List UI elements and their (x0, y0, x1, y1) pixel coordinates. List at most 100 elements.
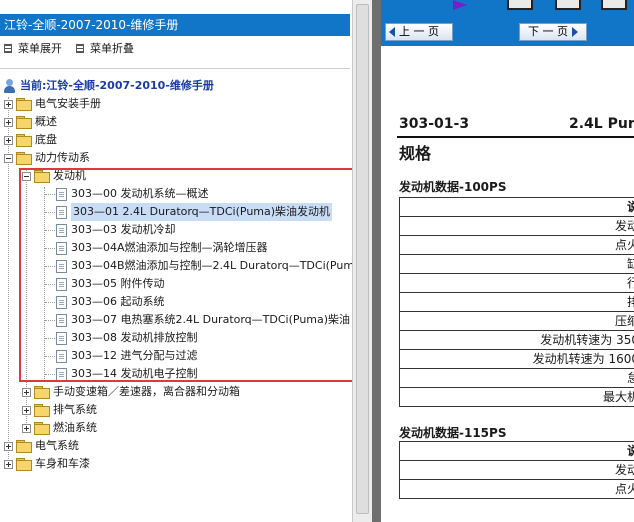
tree-item-label: 电气安装手册 (35, 97, 101, 110)
table-row: 发动 (400, 217, 634, 236)
spec-table: 说 发动 点火 (399, 441, 634, 499)
tree-guide-line (45, 212, 55, 213)
table-row: 点火 (400, 480, 634, 499)
tree-guide-line (45, 356, 55, 357)
tree-doc-label: 303—06 起动系统 (71, 295, 165, 308)
table-row: 最大机 (400, 388, 634, 407)
list-icon (76, 43, 84, 53)
tree-doc-303-06[interactable]: 303—06 起动系统 (56, 293, 165, 311)
tree-item-label: 底盘 (35, 133, 57, 146)
table-row: 发动 (400, 461, 634, 480)
tree-doc-303-04b[interactable]: 303—04B燃油添加与控制—2.4L Duratorq—TDCi(Puma)柴… (56, 257, 352, 275)
arrow-right-icon (572, 27, 578, 37)
collapse-icon[interactable] (22, 171, 31, 181)
tree-item-electrical-install[interactable]: 电气安装手册 (4, 95, 101, 113)
menu-collapse-button[interactable]: 菜单折叠 (76, 40, 134, 56)
folder-icon (16, 134, 32, 147)
expand-icon[interactable] (4, 459, 13, 469)
table-row: 压缩 (400, 312, 634, 331)
folder-icon (16, 98, 32, 111)
prev-page-button[interactable]: 上 一 页 (385, 23, 453, 41)
tree-doc-303-05[interactable]: 303—05 附件传动 (56, 275, 165, 293)
table-row: 说 (400, 442, 634, 461)
document-icon (56, 295, 67, 309)
pane-title: 江铃-全顺-2007-2010-维修手册 (0, 14, 350, 36)
expand-icon[interactable] (4, 441, 13, 451)
section-number: 303-01-3 (399, 116, 470, 132)
tree-root[interactable]: 当前:江铃-全顺-2007-2010-维修手册 (4, 77, 214, 95)
expand-icon[interactable] (4, 99, 13, 109)
prev-page-label: 上 一 页 (399, 25, 439, 38)
tree-doc-303-14[interactable]: 303—14 发动机电子控制 (56, 365, 198, 383)
tree-guide-line (45, 266, 55, 267)
table-row: 怠 (400, 369, 634, 388)
play-icon[interactable] (453, 0, 467, 10)
expand-icon[interactable] (22, 387, 31, 397)
tree-doc-label: 303—03 发动机冷却 (71, 223, 176, 236)
tree-item-body-paint[interactable]: 车身和车漆 (4, 455, 90, 473)
tree-item-label: 电气系统 (35, 439, 79, 452)
toolbar-strip (451, 0, 634, 10)
section-title: 2.4L Pur (569, 116, 634, 132)
document-icon (56, 259, 67, 273)
tree-doc-303-08[interactable]: 303—08 发动机排放控制 (56, 329, 198, 347)
window-icon[interactable] (507, 0, 533, 10)
expand-icon[interactable] (22, 405, 31, 415)
tree-item-label: 车身和车漆 (35, 457, 90, 470)
tree-item-label: 燃油系统 (53, 421, 97, 434)
pane-splitter[interactable] (372, 0, 381, 522)
tree-doc-303-03[interactable]: 303—03 发动机冷却 (56, 221, 176, 239)
expand-icon[interactable] (4, 117, 13, 127)
tree-item-label: 手动变速箱／差速器，离合器和分动箱 (53, 385, 240, 398)
spec-section-title: 发动机数据-115PS (399, 426, 507, 440)
tree-scrollbar[interactable] (352, 0, 372, 522)
expand-icon[interactable] (4, 135, 13, 145)
tree-item-powertrain[interactable]: 动力传动系 (4, 149, 90, 167)
tree-pane: 江铃-全顺-2007-2010-维修手册 菜单展开 菜单折叠 当前:江铃-全顺-… (0, 0, 352, 522)
folder-icon (34, 404, 50, 417)
document-pane: 上 一 页 下 一 页 303-01-3 2.4L Pur 规格 发动机数据-1… (381, 0, 634, 522)
tree-item-engine[interactable]: 发动机 (22, 167, 86, 185)
header-rule (397, 136, 634, 138)
tree-item-electrical[interactable]: 电气系统 (4, 437, 79, 455)
tree-item-overview[interactable]: 概述 (4, 113, 57, 131)
tree-doc-303-04a[interactable]: 303—04A燃油添加与控制—涡轮增压器 (56, 239, 268, 257)
document-icon (56, 241, 67, 255)
tree-item-chassis[interactable]: 底盘 (4, 131, 57, 149)
tree-item-manual-transmission[interactable]: 手动变速箱／差速器，离合器和分动箱 (22, 383, 240, 401)
menu-expand-button[interactable]: 菜单展开 (4, 40, 62, 56)
tree-doc-label: 303—05 附件传动 (71, 277, 165, 290)
table-row: 说 (400, 198, 634, 217)
spec-section-title: 发动机数据-100PS (399, 180, 507, 194)
scrollbar-thumb[interactable] (356, 4, 369, 514)
document-icon (56, 313, 67, 327)
tree-doc-label: 303—00 发动机系统—概述 (71, 187, 209, 200)
document-icon (56, 349, 67, 363)
folder-open-icon (34, 170, 50, 183)
tree-guide-line (45, 230, 55, 231)
table-row: 发动机转速为 1600 (400, 350, 634, 369)
tree-doc-303-07[interactable]: 303—07 电热塞系统2.4L Duratorq—TDCi(Puma)柴油 (56, 311, 352, 329)
collapse-icon[interactable] (4, 153, 13, 163)
window-icon[interactable] (601, 0, 627, 10)
document-page: 303-01-3 2.4L Pur 规格 发动机数据-100PS 说 发动 点火… (381, 46, 634, 522)
folder-icon (16, 440, 32, 453)
tree-doc-label: 303—04B燃油添加与控制—2.4L Duratorq—TDCi(Puma)柴… (71, 259, 352, 272)
tree-doc-303-01[interactable]: 303—01 2.4L Duratorq—TDCi(Puma)柴油发动机 (56, 203, 333, 221)
list-icon (4, 43, 12, 53)
menu-collapse-label: 菜单折叠 (90, 42, 134, 55)
tree-doc-label-selected: 303—01 2.4L Duratorq—TDCi(Puma)柴油发动机 (71, 203, 333, 221)
spec-table: 说 发动 点火 缸 行 排 压缩 发动机转速为 350 发动机转速为 1600 … (399, 197, 634, 407)
arrow-left-icon (389, 27, 395, 37)
tree-doc-303-00[interactable]: 303—00 发动机系统—概述 (56, 185, 209, 203)
tree-doc-303-12[interactable]: 303—12 进气分配与过滤 (56, 347, 198, 365)
tree-doc-label: 303—12 进气分配与过滤 (71, 349, 198, 362)
tree-item-label: 排气系统 (53, 403, 97, 416)
next-page-button[interactable]: 下 一 页 (519, 23, 587, 41)
tree-item-exhaust[interactable]: 排气系统 (22, 401, 97, 419)
document-icon (56, 367, 67, 381)
expand-icon[interactable] (22, 423, 31, 433)
window-icon[interactable] (555, 0, 581, 10)
tree-item-fuel[interactable]: 燃油系统 (22, 419, 97, 437)
document-icon (56, 205, 67, 219)
